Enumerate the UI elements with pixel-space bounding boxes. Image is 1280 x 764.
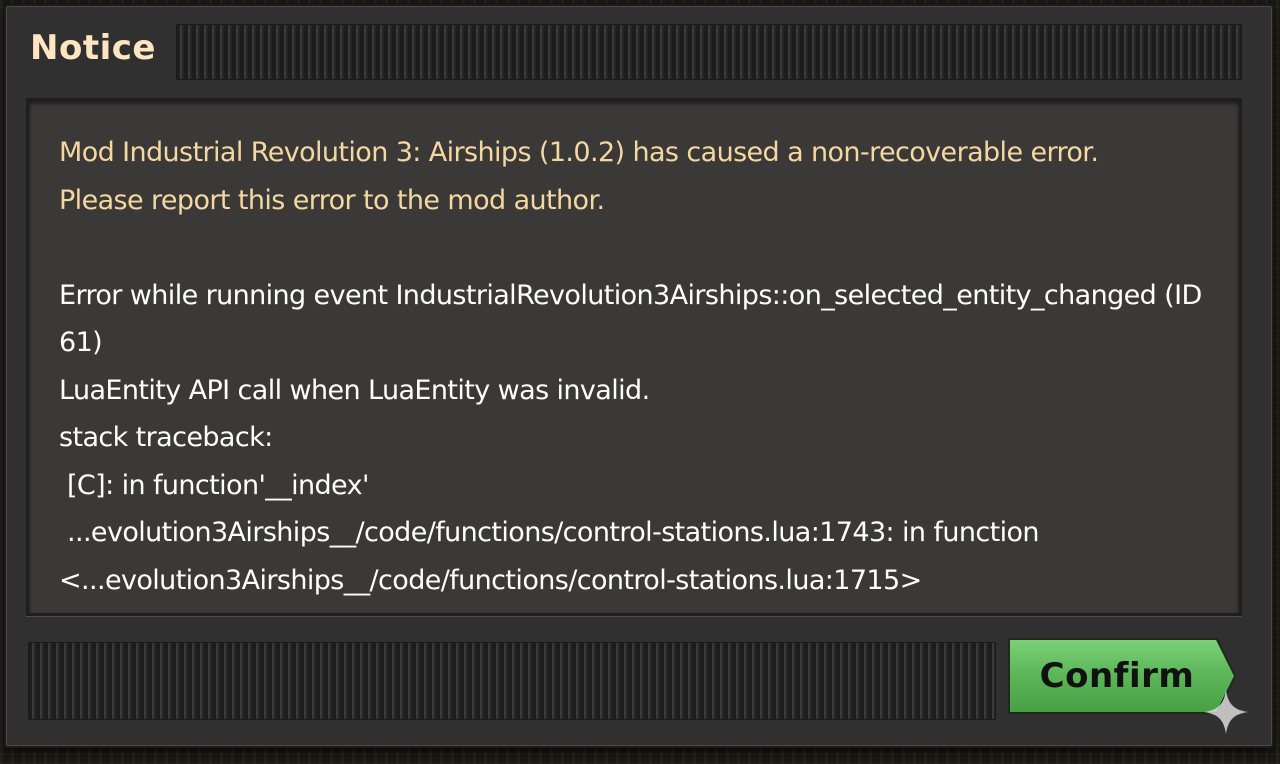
footer-drag-handle[interactable] bbox=[28, 642, 996, 720]
confirm-button-label: Confirm bbox=[1039, 656, 1195, 696]
dialog-title: Notice bbox=[30, 28, 156, 68]
sparkle-icon bbox=[1204, 690, 1248, 734]
title-drag-handle[interactable] bbox=[176, 24, 1242, 80]
error-line: 61) bbox=[59, 327, 103, 358]
traceback-line: ...evolution3Airships__/code/functions/c… bbox=[59, 517, 1040, 548]
traceback-line: <...evolution3Airships__/code/functions/… bbox=[59, 564, 922, 596]
message-panel: Mod Industrial Revolution 3: Airships (1… bbox=[26, 98, 1242, 616]
notice-dialog: Notice Mod Industrial Revolution 3: Airs… bbox=[4, 4, 1274, 748]
message-body: Mod Industrial Revolution 3: Airships (1… bbox=[59, 129, 1229, 604]
error-line: stack traceback: bbox=[59, 422, 273, 453]
confirm-button[interactable]: Confirm bbox=[1010, 640, 1234, 712]
traceback-line: [C]: in function'__index' bbox=[59, 469, 369, 501]
dialog-title-bar: Notice bbox=[6, 6, 1272, 98]
warning-line: Please report this error to the mod auth… bbox=[59, 184, 605, 216]
error-line: LuaEntity API call when LuaEntity was in… bbox=[59, 374, 650, 406]
error-line: Error while running event IndustrialRevo… bbox=[59, 279, 1202, 311]
warning-line: Mod Industrial Revolution 3: Airships (1… bbox=[59, 137, 1099, 168]
